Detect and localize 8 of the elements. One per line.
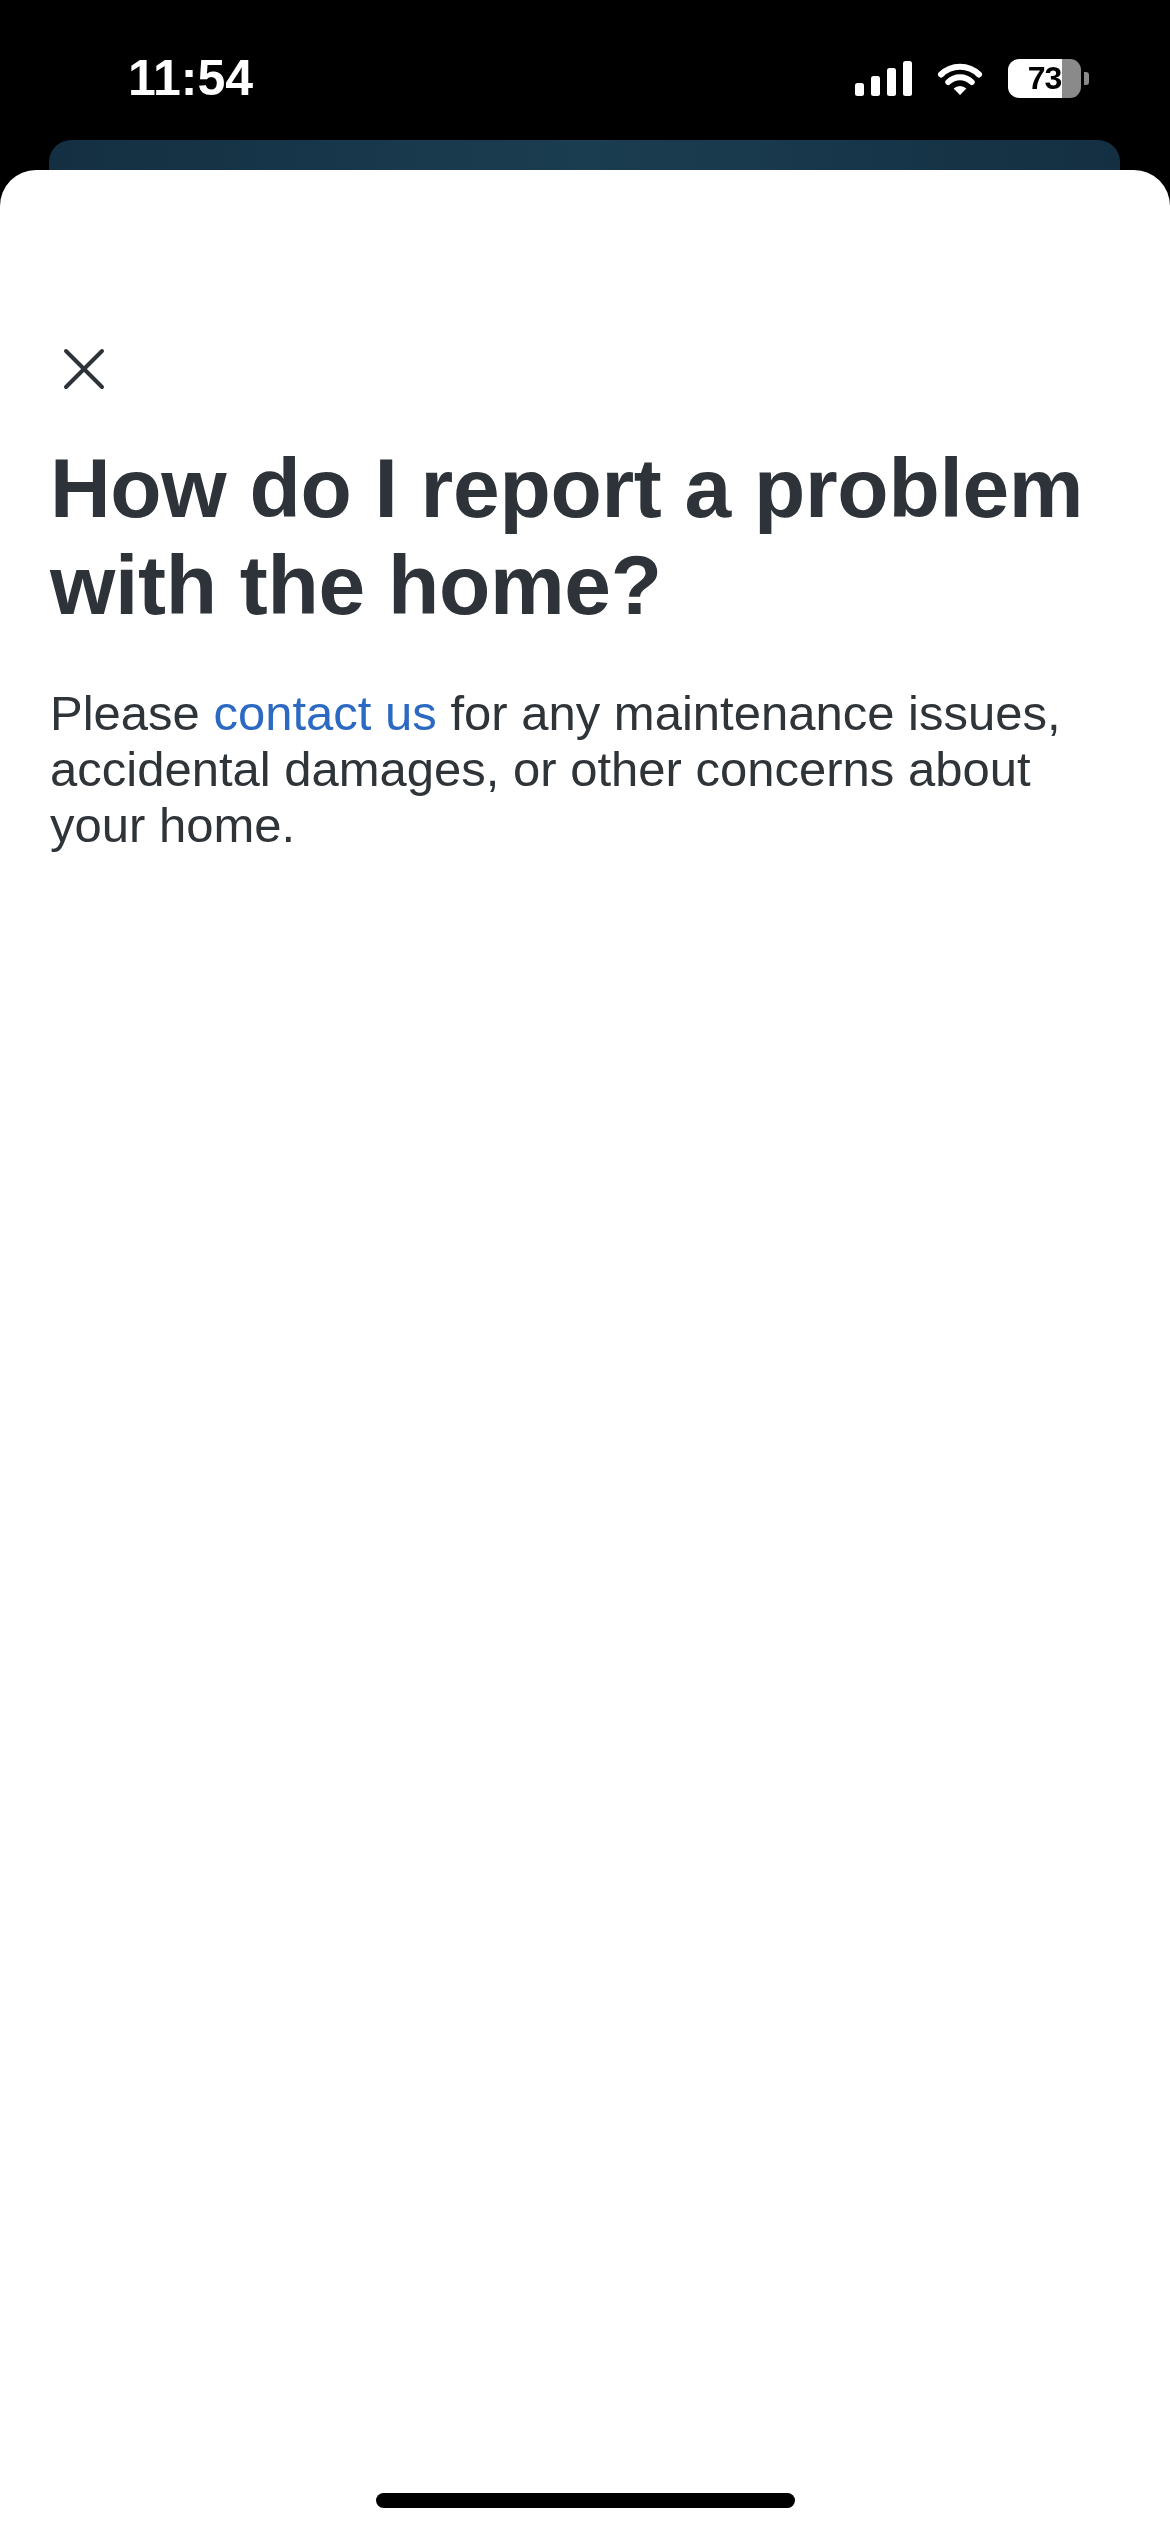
battery-indicator: 73 bbox=[1008, 58, 1089, 98]
close-button[interactable] bbox=[63, 348, 105, 390]
status-time: 11:54 bbox=[128, 53, 254, 103]
signal-icon bbox=[855, 60, 912, 96]
contact-link[interactable]: contact us bbox=[213, 686, 437, 740]
close-icon bbox=[63, 348, 105, 390]
answer-text: Please contact us for any maintenance issues, accidental damages, or other concerns about your home. bbox=[50, 685, 1062, 853]
question-heading: How do I report a problem with the home? bbox=[50, 440, 1085, 634]
